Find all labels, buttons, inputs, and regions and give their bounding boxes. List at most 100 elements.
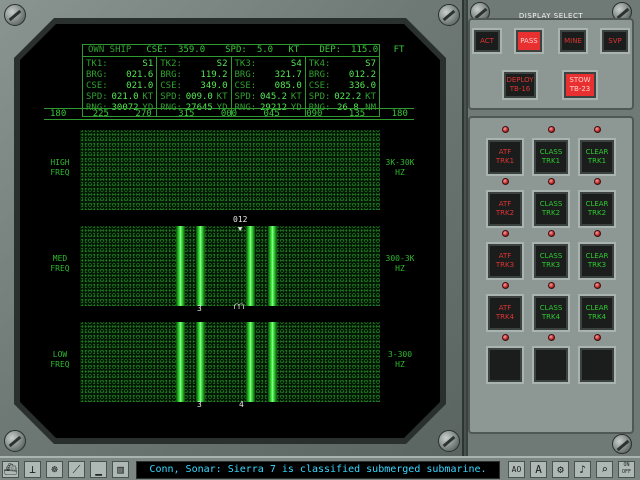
indicator-lamp — [594, 230, 601, 237]
band-low-freq — [80, 322, 380, 402]
spd-value: 5.0 — [256, 45, 274, 55]
track-line: CSE: 336.0 — [309, 81, 376, 92]
indicator-lamp — [594, 178, 601, 185]
bearing-tick-label: 090 — [306, 109, 323, 119]
button-label: ATF — [498, 148, 512, 156]
ownship-course: CSE: 359.0 — [136, 45, 215, 56]
spd-label: SPD: — [225, 45, 247, 55]
track-field-value: S4 — [290, 59, 302, 69]
indicator-lamp — [502, 126, 509, 133]
option-off: OFF — [621, 469, 632, 475]
track-field-label: CSE: — [160, 81, 182, 91]
mode-mine-button[interactable]: MINE — [560, 30, 586, 52]
track-line: CSE: 021.0 — [86, 81, 153, 92]
bearing-tick-label: 180 — [50, 109, 67, 119]
compass-icon[interactable]: ⟋ — [68, 461, 85, 478]
atf-trk4-button[interactable]: ATF TRK4 — [488, 296, 522, 330]
trace — [246, 322, 255, 402]
track-field-label: BRG: — [160, 70, 182, 80]
periscope-icon[interactable]: ⊥ — [24, 461, 41, 478]
ao-button[interactable]: AO — [508, 461, 525, 478]
button-label: TRK4 — [541, 313, 561, 321]
class-trk4-button[interactable]: CLASS TRK4 — [534, 296, 568, 330]
band-high-freq — [80, 130, 380, 210]
chart-icon[interactable]: ▁ — [90, 461, 107, 478]
film-icon[interactable]: ▥ — [112, 461, 129, 478]
band-label-right: 300-3K HZ — [380, 254, 420, 274]
button-label: CLASS — [539, 252, 563, 260]
band-label-left: HIGH FREQ — [44, 158, 76, 178]
deploy-tb16-button[interactable]: DEPLOY TB-16 — [504, 72, 536, 98]
blank-button[interactable] — [534, 348, 568, 382]
magnify-icon[interactable]: ⌕ — [596, 461, 613, 478]
track-field-label: TK1: — [86, 59, 108, 69]
bottom-toolbar: ⛴ ⊥ ☸ ⟋ ▁ ▥ Conn, Sonar: Sierra 7 is cla… — [0, 456, 640, 480]
track-field-label: CSE: — [86, 81, 108, 91]
band-name: FREQ — [50, 264, 70, 273]
indicator-lamp — [502, 334, 509, 341]
clear-trk1-button[interactable]: CLEAR TRK1 — [580, 140, 614, 174]
track-line: TK3: S4 — [235, 59, 302, 70]
bearing-tick-label: 135 — [348, 109, 366, 119]
band-range: HZ — [395, 360, 405, 369]
track-line: SPD: 009.0 KT — [160, 92, 227, 103]
band-range: 300-3K — [385, 254, 415, 263]
track-line: TK2: S2 — [160, 59, 227, 70]
mode-act-button[interactable]: ACT — [474, 30, 500, 52]
screw-icon — [612, 434, 632, 454]
button-label: TB-23 — [569, 85, 591, 93]
track-field-value: 119.2 — [200, 70, 228, 80]
class-trk1-button[interactable]: CLASS TRK1 — [534, 140, 568, 174]
button-label: CLASS — [539, 200, 563, 208]
screw-icon — [438, 430, 460, 452]
screw-icon — [4, 430, 26, 452]
helm-icon[interactable]: ☸ — [46, 461, 63, 478]
blank-button[interactable] — [488, 348, 522, 382]
button-label: CLEAR — [585, 200, 609, 208]
bearing-scale: 180 225 270 315 000 045 090 135 180 — [44, 108, 414, 120]
blank-button[interactable] — [580, 348, 614, 382]
ship-icon[interactable]: ⛴ — [2, 461, 19, 478]
band-name: HIGH — [50, 158, 70, 167]
gear-icon[interactable]: ⚙ — [552, 461, 569, 478]
indicator-lamp — [548, 334, 555, 341]
band-label-right: 3K-30K HZ — [380, 158, 420, 178]
track-field-label: BRG: — [86, 70, 108, 80]
atf-trk2-button[interactable]: ATF TRK2 — [488, 192, 522, 226]
atf-trk1-button[interactable]: ATF TRK1 — [488, 140, 522, 174]
clear-trk3-button[interactable]: CLEAR TRK3 — [580, 244, 614, 278]
track-line: SPD: 045.2 KT — [235, 92, 302, 103]
speaker-icon[interactable]: ♪ — [574, 461, 591, 478]
font-a-button[interactable]: A — [530, 461, 547, 478]
class-trk2-button[interactable]: CLASS TRK2 — [534, 192, 568, 226]
button-label: ATF — [498, 304, 512, 312]
clear-trk2-button[interactable]: CLEAR TRK2 — [580, 192, 614, 226]
stow-tb23-button[interactable]: STOW TB-23 — [564, 72, 596, 98]
band-name: LOW — [52, 350, 68, 359]
track-field-unit: KT — [290, 92, 302, 102]
bearing-cursor-icon[interactable]: ▼ — [238, 225, 242, 233]
track-line: SPD: 022.2 KT — [309, 92, 376, 103]
bearing-tick-label: 225 — [92, 109, 109, 119]
button-label: ATF — [498, 252, 512, 260]
mode-svp-button[interactable]: SVP — [602, 30, 628, 52]
button-label: CLEAR — [585, 252, 609, 260]
cse-label: CSE: — [146, 45, 169, 55]
track-field-value: S2 — [216, 59, 228, 69]
options-icon[interactable]: ON OFF — [618, 461, 635, 478]
button-label: TRK4 — [495, 313, 515, 321]
button-label: TRK1 — [495, 157, 515, 165]
clear-trk4-button[interactable]: CLEAR TRK4 — [580, 296, 614, 330]
submarine-cursor-icon[interactable]: ⩋ — [234, 301, 244, 312]
atf-trk3-button[interactable]: ATF TRK3 — [488, 244, 522, 278]
bearing-tick-label: 270 — [135, 109, 152, 119]
mode-pass-button[interactable]: PASS — [516, 30, 542, 52]
trace — [196, 226, 205, 306]
button-label: DEPLOY — [506, 76, 534, 84]
track-field-label: TK4: — [308, 59, 331, 69]
button-label: STOW — [569, 76, 591, 84]
track-field-value: 009.0 — [185, 92, 213, 102]
cse-value: 359.0 — [178, 45, 206, 55]
class-trk3-button[interactable]: CLASS TRK3 — [534, 244, 568, 278]
ownship-speed: SPD: 5.0 KT — [215, 45, 309, 56]
